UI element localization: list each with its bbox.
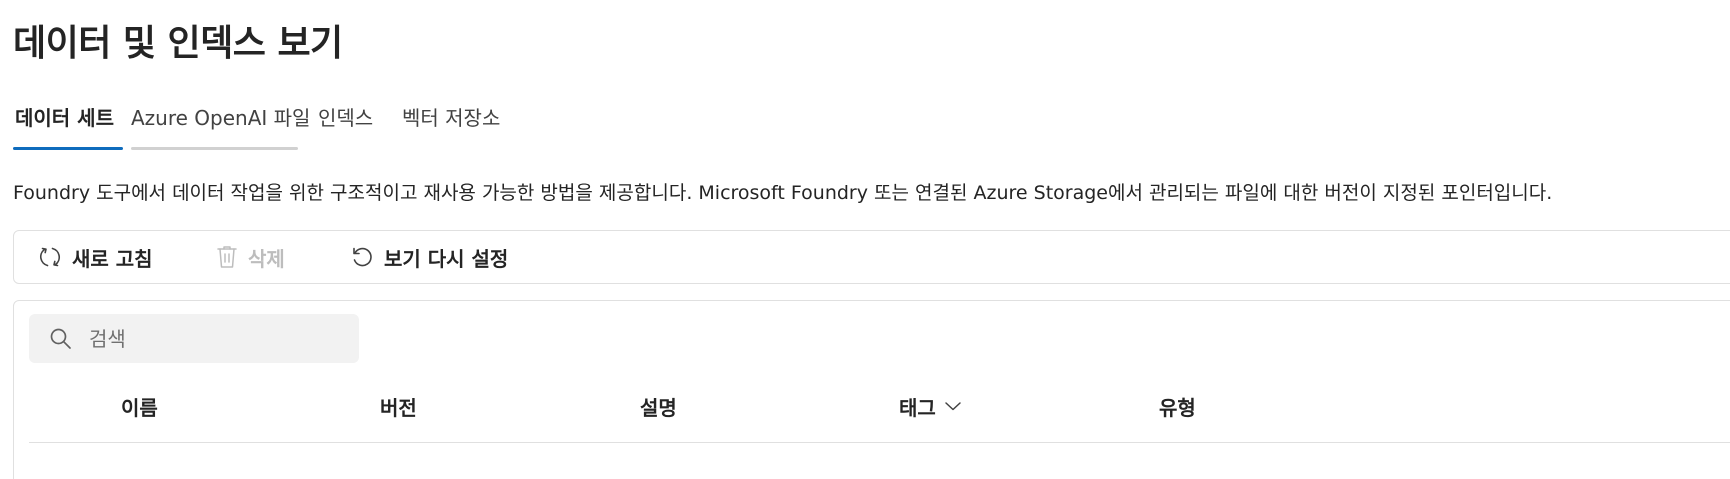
- column-header-type[interactable]: 유형: [1159, 391, 1196, 421]
- tab-azure-openai-files[interactable]: Azure OpenAI 파일: [131, 106, 310, 150]
- data-and-indexes-page: 데이터 및 인덱스 보기 데이터 세트 Azure OpenAI 파일 인덱스 …: [0, 0, 1730, 479]
- reset-icon: [353, 247, 372, 267]
- reset-view-label: 보기 다시 설정: [384, 246, 509, 271]
- search-box[interactable]: [29, 314, 359, 363]
- search-input[interactable]: [87, 325, 341, 352]
- delete-label: 삭제: [248, 246, 285, 271]
- tab-label: 데이터 세트: [15, 106, 114, 130]
- command-bar: 새로 고침 삭제 보기 다시 설정: [13, 230, 1730, 284]
- delete-button[interactable]: 삭제: [216, 231, 285, 283]
- tab-list: 데이터 세트 Azure OpenAI 파일 인덱스 벡터 저장소: [13, 106, 512, 150]
- column-header-version[interactable]: 버전: [380, 391, 417, 421]
- page-title: 데이터 및 인덱스 보기: [13, 23, 343, 64]
- refresh-label: 새로 고침: [72, 246, 153, 271]
- tab-selected-indicator: [13, 147, 123, 150]
- tab-label: 인덱스: [318, 106, 374, 130]
- column-header-description[interactable]: 설명: [640, 391, 677, 421]
- table-header-divider: [29, 442, 1730, 443]
- tab-label: 벡터 저장소: [402, 106, 501, 130]
- column-header-label: 태그: [899, 395, 936, 420]
- tab-vector-stores[interactable]: 벡터 저장소: [402, 106, 512, 150]
- tab-hover-indicator: [131, 147, 298, 150]
- refresh-icon: [39, 247, 61, 267]
- column-header-tags[interactable]: 태그: [899, 391, 962, 421]
- column-header-name[interactable]: 이름: [121, 391, 158, 421]
- tab-datasets[interactable]: 데이터 세트: [13, 106, 123, 150]
- page-description: Foundry 도구에서 데이터 작업을 위한 구조적이고 재사용 가능한 방법…: [13, 182, 1553, 204]
- tab-indexes[interactable]: 인덱스: [318, 106, 378, 150]
- trash-icon: [217, 246, 237, 268]
- refresh-button[interactable]: 새로 고침: [38, 231, 153, 283]
- chevron-down-icon: [945, 402, 961, 411]
- tab-label: Azure OpenAI 파일: [131, 106, 311, 130]
- datasets-panel: 이름 버전 설명 태그 유형: [13, 300, 1730, 479]
- reset-view-button[interactable]: 보기 다시 설정: [350, 231, 508, 283]
- search-icon: [50, 328, 71, 349]
